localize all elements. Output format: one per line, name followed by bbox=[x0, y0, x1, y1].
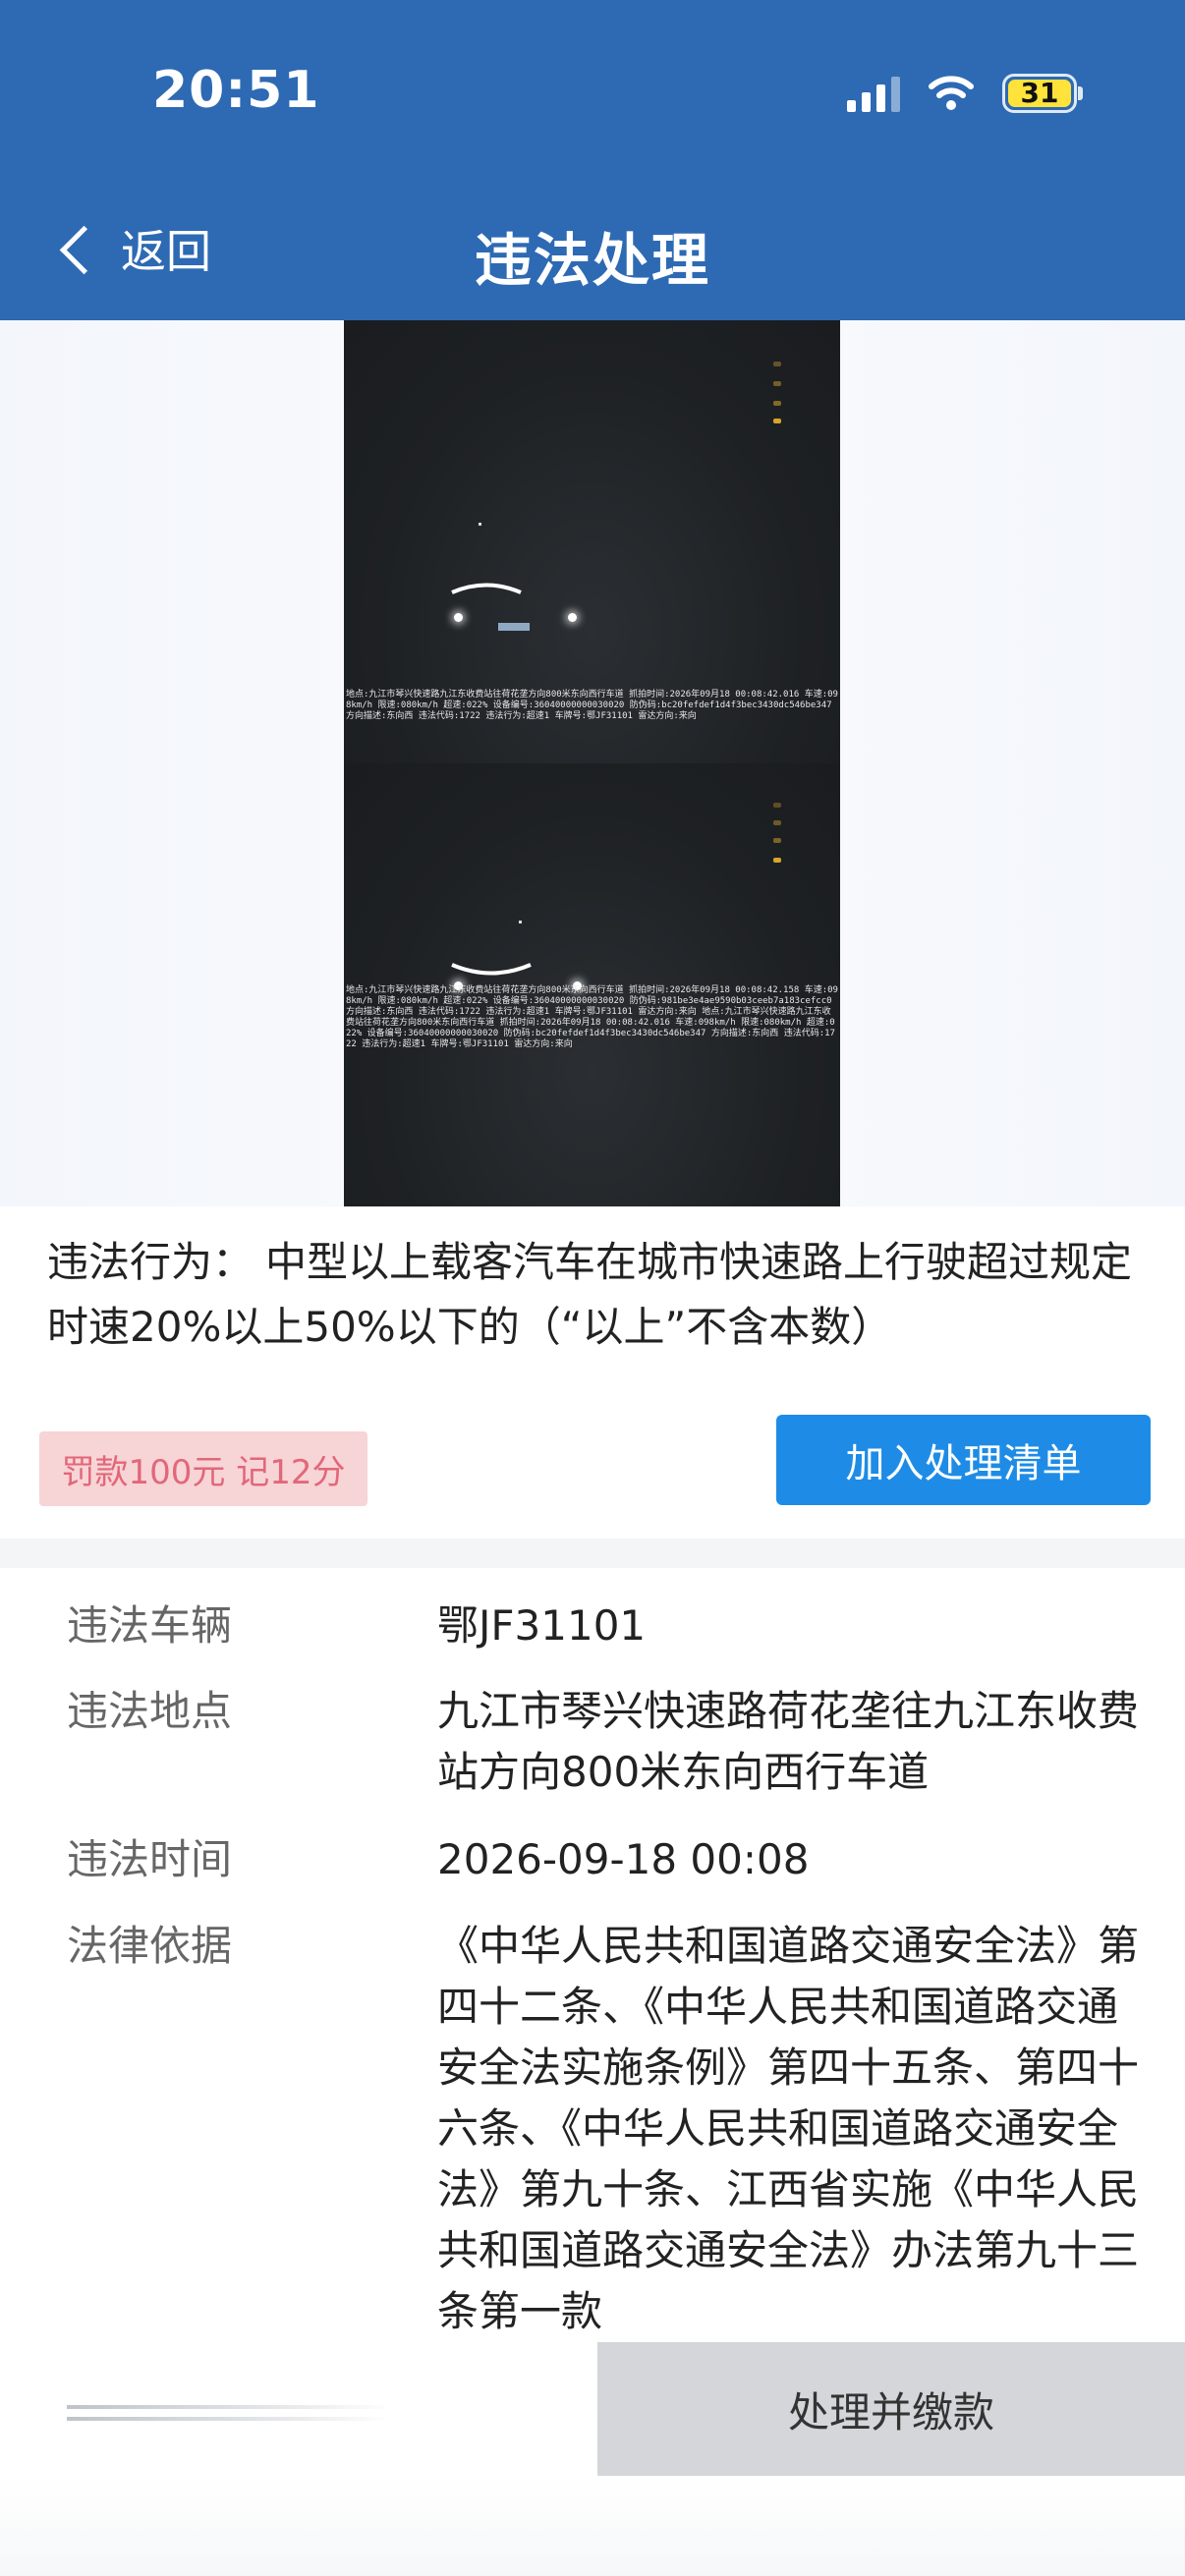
wifi-icon bbox=[929, 76, 974, 110]
frame-1-caption: 地点:九江市琴兴快速路九江东收费站往荷花垄方向800米东向西行车道 抓拍时间:2… bbox=[346, 690, 838, 721]
battery-icon: 31 bbox=[1002, 74, 1083, 113]
status-time: 20:51 bbox=[152, 61, 320, 120]
bottom-safe-area bbox=[0, 2476, 1185, 2576]
page-title: 违法处理 bbox=[474, 227, 710, 294]
add-to-list-button[interactable]: 加入处理清单 bbox=[776, 1415, 1151, 1505]
detail-key: 违法地点 bbox=[67, 1687, 233, 1735]
capture-frame-2: 地点:九江市琴兴快速路九江东收费站往荷花垄方向800米东向西行车道 抓拍时间:2… bbox=[344, 763, 840, 1206]
violation-label: 违法行为： bbox=[47, 1238, 254, 1286]
penalty-badge: 罚款100元 记12分 bbox=[39, 1431, 367, 1506]
detail-key: 法律依据 bbox=[67, 1922, 233, 1970]
section-divider bbox=[0, 1539, 1185, 1568]
detail-key: 违法车辆 bbox=[67, 1601, 233, 1650]
capture-frame-1: 地点:九江市琴兴快速路九江东收费站往荷花垄方向800米东向西行车道 抓拍时间:2… bbox=[344, 320, 840, 763]
status-icons: 31 bbox=[847, 69, 1083, 118]
cellular-signal-icon bbox=[847, 75, 900, 112]
bottom-placeholder bbox=[67, 2405, 391, 2425]
app-header: 20:51 31 返回 违法处理 bbox=[0, 0, 1185, 320]
detail-value: 鄂JF31101 bbox=[437, 1601, 647, 1650]
violation-description: 违法行为： 中型以上载客汽车在城市快速路上行驶超过规定时速20%以上50%以下的（… bbox=[47, 1230, 1148, 1360]
frame-2-caption: 地点:九江市琴兴快速路九江东收费站往荷花垄方向800米东向西行车道 抓拍时间:2… bbox=[346, 985, 838, 1049]
detail-value: 九江市琴兴快速路荷花垄往九江东收费站方向800米东向西行车道 bbox=[437, 1687, 1140, 1796]
detail-value: 《中华人民共和国道路交通安全法》第四十二条、《中华人民共和国道路交通安全法实施条… bbox=[437, 1922, 1140, 2335]
detail-key: 违法时间 bbox=[67, 1835, 233, 1883]
detail-value: 2026-09-18 00:08 bbox=[437, 1835, 810, 1883]
process-and-pay-button[interactable]: 处理并缴款 bbox=[597, 2342, 1185, 2476]
evidence-photo[interactable]: 地点:九江市琴兴快速路九江东收费站往荷花垄方向800米东向西行车道 抓拍时间:2… bbox=[344, 320, 840, 1206]
battery-level: 31 bbox=[1008, 80, 1071, 107]
evidence-photo-area: 地点:九江市琴兴快速路九江东收费站往荷花垄方向800米东向西行车道 抓拍时间:2… bbox=[0, 320, 1185, 1206]
